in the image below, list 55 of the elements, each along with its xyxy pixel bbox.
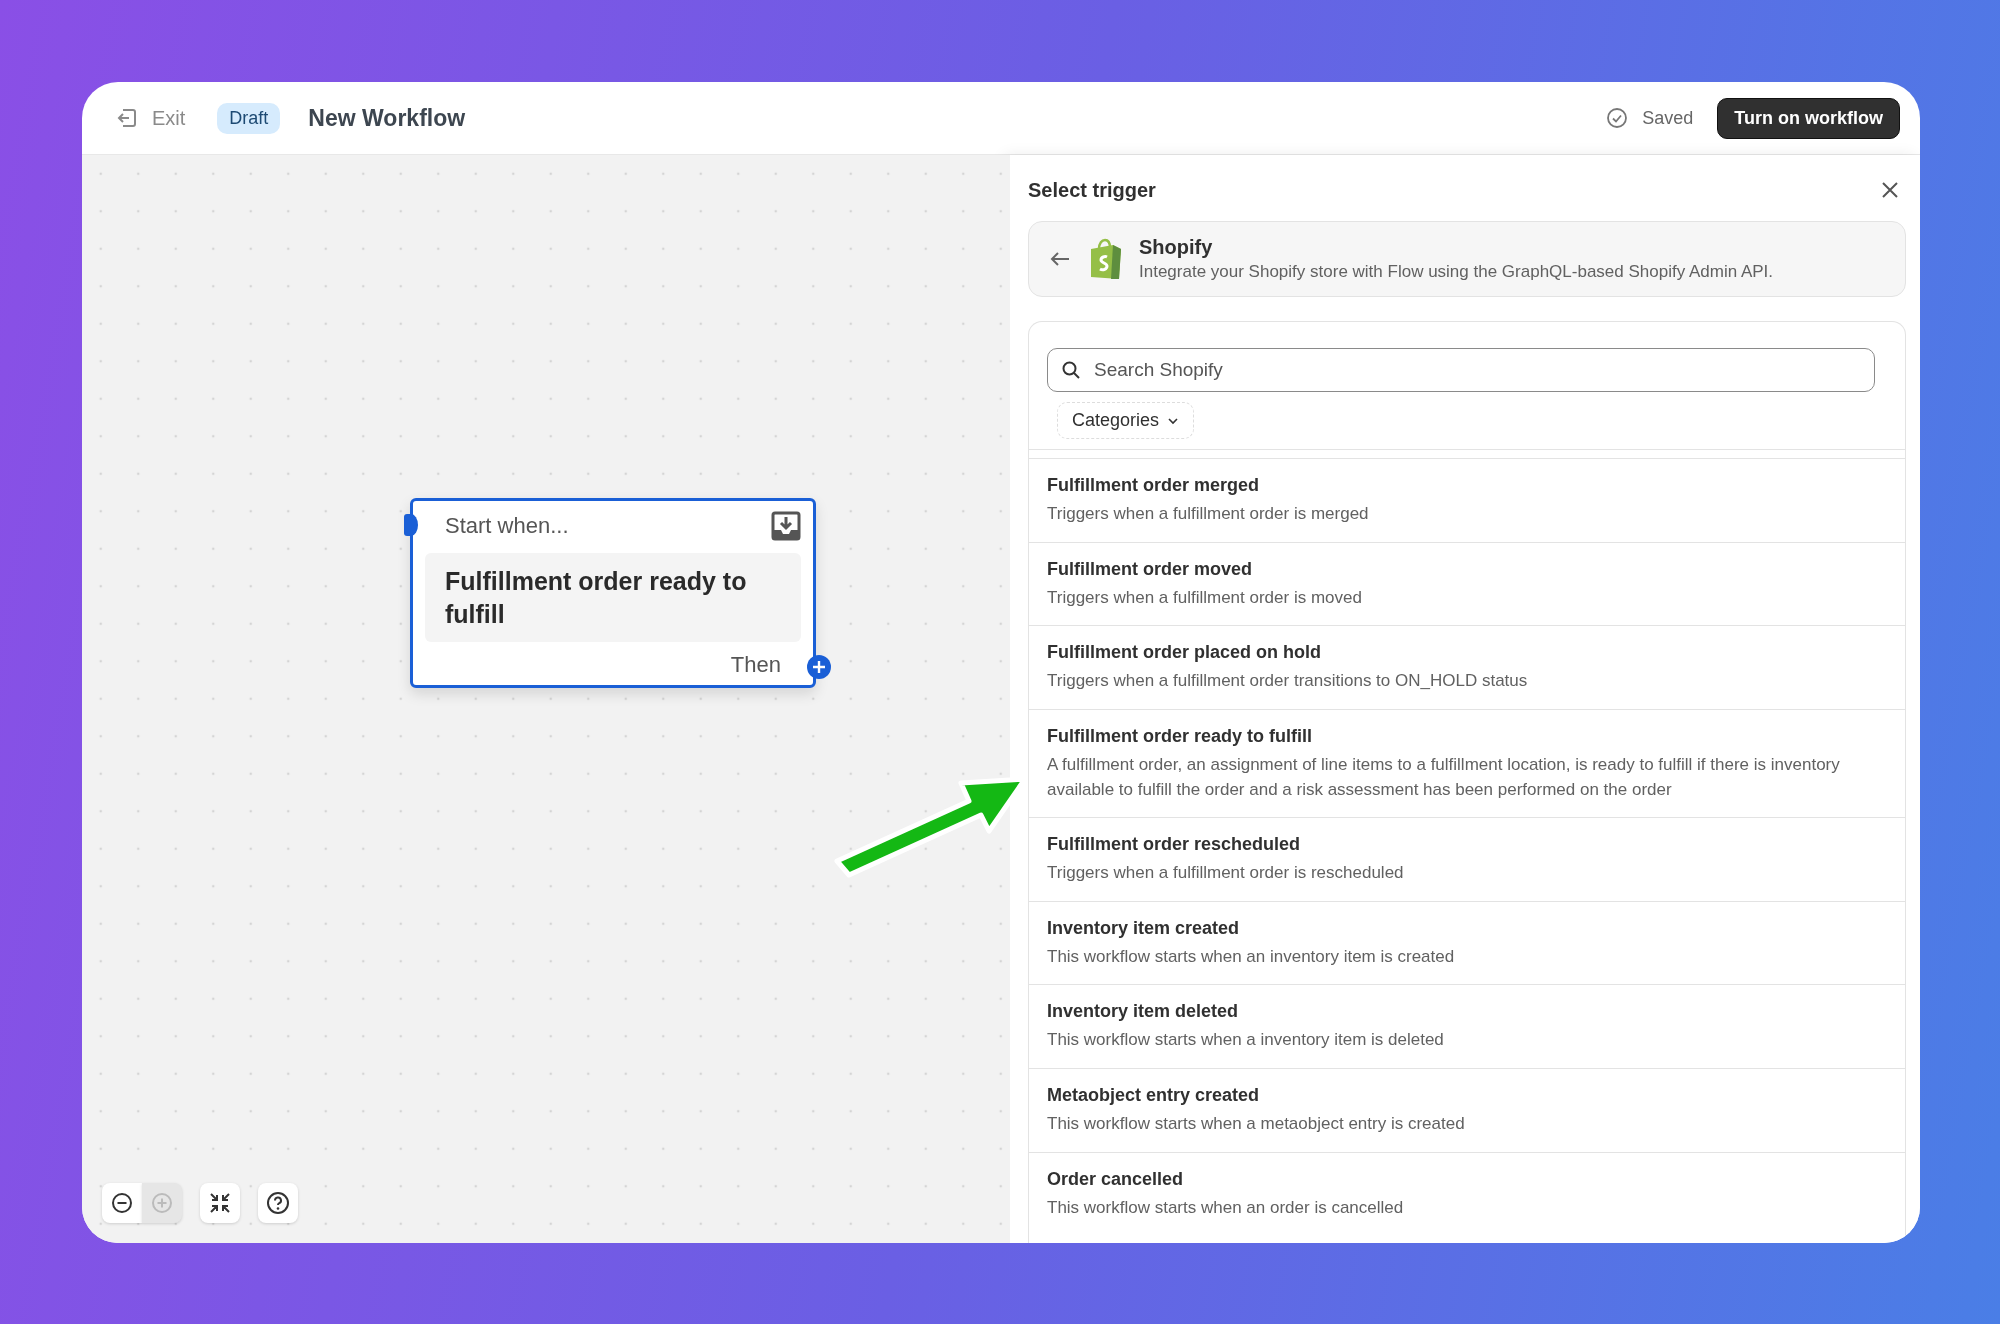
trigger-list-item[interactable]: Inventory item deleted This workflow starts when a inventory item is deleted	[1029, 984, 1905, 1069]
trigger-description: This workflow starts when an inventory item is created	[1047, 945, 1456, 968]
trigger-list-item[interactable]: Metaobject entry created This workflow starts when a metaobject entry is created	[1029, 1068, 1905, 1152]
trigger-description: Triggers when a fulfillment order transitions to ON_HOLD status	[1047, 670, 1529, 693]
trigger-list-item[interactable]: Fulfillment order placed on hold Triggers when a fulfillment order transitions to ON_HOLD status	[1029, 625, 1905, 709]
trigger-description: A fulfillment order, an assignment of line items to a fulfillment location, is ready to fulfill if there is inventory available to fulfill the order and a risk assessment has been performed on the order	[1047, 753, 1841, 801]
chevron-down-icon	[1167, 416, 1180, 425]
zoom-out-icon	[111, 1192, 133, 1214]
trigger-list-item[interactable]: Order cancelled This workflow starts when an order is cancelled	[1029, 1151, 1905, 1236]
trigger-title: Metaobject entry created	[1047, 1085, 1261, 1107]
trigger-title: Inventory item created	[1047, 917, 1241, 939]
collapse-arrows-icon	[208, 1191, 232, 1215]
trigger-title: Inventory item deleted	[1047, 1001, 1240, 1023]
zoom-in-icon	[151, 1192, 173, 1214]
back-arrow-icon[interactable]	[1049, 250, 1071, 268]
trigger-title: Fulfillment order merged	[1047, 475, 1261, 496]
trigger-description: Triggers when a fulfillment order is moved	[1047, 586, 1363, 609]
app-name: Shopify	[1139, 236, 1214, 259]
categories-dropdown[interactable]: Categories	[1057, 402, 1195, 439]
trigger-description: This workflow starts when a inventory item is deleted	[1047, 1029, 1445, 1052]
trigger-description: This workflow starts when an order is cancelled	[1047, 1196, 1405, 1219]
panel-title: Select trigger	[1028, 178, 1156, 202]
node-footer: Then	[730, 652, 781, 678]
trigger-list-item[interactable]: Fulfillment order merged Triggers when a fulfillment order is merged	[1029, 458, 1905, 542]
node-title: Fulfillment order ready to fulfill	[425, 553, 801, 642]
saved-status: Saved	[1642, 107, 1694, 129]
search-field[interactable]: Search Shopify	[1047, 348, 1875, 392]
trigger-title: Fulfillment order rescheduled	[1047, 834, 1302, 856]
trigger-title: Fulfillment order ready to fulfill	[1047, 725, 1314, 747]
app-description: Integrate your Shopify store with Flow using the GraphQL-based Shopify Admin API.	[1139, 262, 1774, 282]
trigger-title: Order cancelled	[1047, 1168, 1185, 1190]
search-icon	[1061, 360, 1081, 380]
inbox-download-icon	[771, 511, 801, 541]
zoom-out-button[interactable]	[102, 1183, 142, 1223]
trigger-description: Triggers when a fulfillment order is merged	[1047, 503, 1370, 525]
trigger-title: Fulfillment order placed on hold	[1047, 642, 1322, 664]
exit-icon	[116, 107, 138, 129]
help-button[interactable]	[258, 1183, 298, 1223]
trigger-list-item[interactable]: Fulfillment order moved Triggers when a fulfillment order is moved	[1029, 541, 1905, 626]
fit-view-button[interactable]	[200, 1183, 240, 1223]
add-step-icon[interactable]	[806, 654, 832, 680]
trigger-title: Fulfillment order moved	[1047, 558, 1254, 580]
status-badge: Draft	[217, 102, 281, 134]
node-header: Start when...	[445, 513, 569, 539]
trigger-description: Triggers when a fulfillment order is rescheduled	[1047, 862, 1405, 885]
trigger-list-item[interactable]: Inventory item created This workflow starts when an inventory item is created	[1029, 900, 1905, 985]
workflow-title: New Workflow	[308, 104, 466, 132]
trigger-list-item[interactable]: Fulfillment order rescheduled Triggers when a fulfillment order is rescheduled	[1029, 817, 1905, 901]
close-icon[interactable]	[1880, 180, 1900, 200]
trigger-description: This workflow starts when a metaobject entry is created	[1047, 1113, 1466, 1136]
help-icon	[266, 1191, 290, 1215]
trigger-node[interactable]: Start when... Fulfillment order ready to fulfill Then	[410, 498, 816, 688]
turn-on-workflow-button[interactable]: Turn on workflow	[1717, 97, 1900, 139]
check-circle-icon	[1606, 107, 1629, 129]
input-port-icon	[404, 514, 418, 536]
